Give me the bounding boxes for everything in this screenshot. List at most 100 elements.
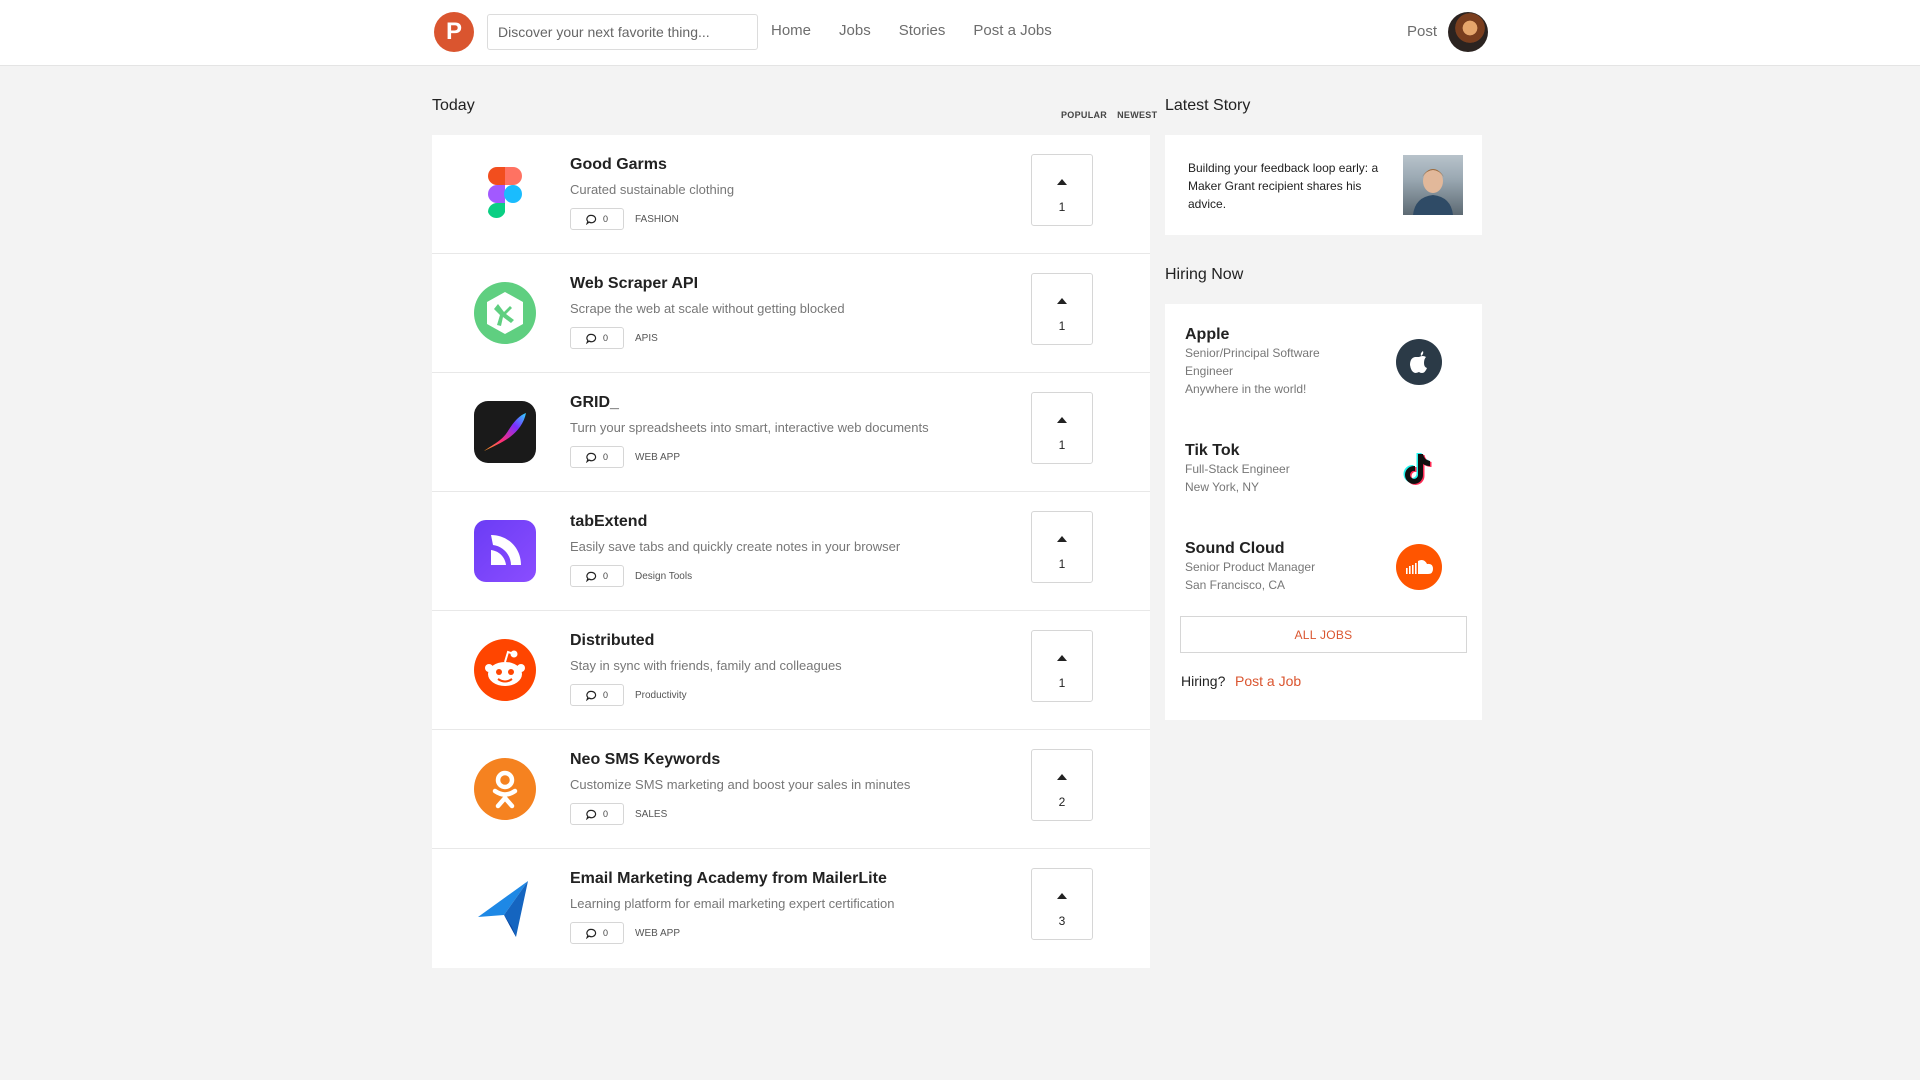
topic-tag[interactable]: Design Tools bbox=[635, 571, 692, 582]
main-nav: Home Jobs Stories Post a Jobs bbox=[771, 22, 1080, 39]
apple-icon bbox=[1396, 339, 1442, 385]
vote-count: 1 bbox=[1058, 676, 1066, 690]
nav-home[interactable]: Home bbox=[771, 22, 811, 39]
product-name[interactable]: Distributed bbox=[570, 632, 654, 650]
product-list: Good Garms Curated sustainable clothing … bbox=[432, 135, 1150, 968]
product-item[interactable]: Distributed Stay in sync with friends, f… bbox=[432, 611, 1150, 730]
story-text[interactable]: Building your feedback loop early: a Mak… bbox=[1188, 159, 1388, 213]
product-item[interactable]: Email Marketing Academy from MailerLite … bbox=[432, 849, 1150, 968]
upvote-button[interactable]: 1 bbox=[1031, 511, 1093, 583]
product-tagline: Customize SMS marketing and boost your s… bbox=[570, 777, 911, 792]
hiring-question: Hiring? bbox=[1181, 673, 1226, 689]
topic-tag[interactable]: Productivity bbox=[635, 690, 687, 701]
upvote-button[interactable]: 1 bbox=[1031, 630, 1093, 702]
latest-story-title: Latest Story bbox=[1165, 97, 1251, 114]
job-item[interactable]: Apple Senior/Principal Software Engineer… bbox=[1185, 326, 1345, 398]
comment-icon bbox=[586, 452, 597, 463]
upvote-button[interactable]: 1 bbox=[1031, 392, 1093, 464]
sort-newest[interactable]: NEWEST bbox=[1117, 110, 1157, 120]
topic-tag[interactable]: APIS bbox=[635, 333, 658, 344]
nav-stories[interactable]: Stories bbox=[899, 22, 946, 39]
vote-count: 3 bbox=[1058, 914, 1066, 928]
product-hunt-logo[interactable]: P bbox=[434, 12, 474, 52]
comment-icon bbox=[586, 690, 597, 701]
post-link[interactable]: Post bbox=[1407, 23, 1437, 40]
product-tagline: Scrape the web at scale without getting … bbox=[570, 301, 845, 316]
product-item[interactable]: Web Scraper API Scrape the web at scale … bbox=[432, 254, 1150, 373]
hiring-card: Apple Senior/Principal Software Engineer… bbox=[1165, 304, 1482, 720]
product-tagline: Turn your spreadsheets into smart, inter… bbox=[570, 420, 929, 435]
comment-count: 0 bbox=[602, 690, 608, 700]
topic-tag[interactable]: WEB APP bbox=[635, 452, 680, 463]
product-item[interactable]: Good Garms Curated sustainable clothing … bbox=[432, 135, 1150, 254]
sort-popular[interactable]: POPULAR bbox=[1061, 110, 1107, 120]
product-name[interactable]: Neo SMS Keywords bbox=[570, 751, 720, 769]
vote-count: 1 bbox=[1058, 319, 1066, 333]
product-tagline: Learning platform for email marketing ex… bbox=[570, 896, 895, 911]
product-item[interactable]: GRID_ Turn your spreadsheets into smart,… bbox=[432, 373, 1150, 492]
topic-tag[interactable]: SALES bbox=[635, 809, 667, 820]
section-title-today: Today bbox=[432, 97, 475, 114]
upvote-arrow-icon bbox=[1057, 417, 1067, 423]
product-name[interactable]: Email Marketing Academy from MailerLite bbox=[570, 870, 887, 888]
vote-count: 1 bbox=[1058, 557, 1066, 571]
sort-tabs: POPULAR NEWEST bbox=[1051, 110, 1157, 120]
treehouse-icon bbox=[474, 282, 536, 344]
post-a-job-link[interactable]: Post a Job bbox=[1235, 673, 1301, 689]
product-tagline: Stay in sync with friends, family and co… bbox=[570, 658, 842, 673]
upvote-button[interactable]: 3 bbox=[1031, 868, 1093, 940]
all-jobs-button[interactable]: ALL JOBS bbox=[1180, 616, 1467, 653]
product-name[interactable]: GRID_ bbox=[570, 394, 619, 412]
product-name[interactable]: Web Scraper API bbox=[570, 275, 698, 293]
topic-tag[interactable]: WEB APP bbox=[635, 928, 680, 939]
vote-count: 1 bbox=[1058, 200, 1066, 214]
topic-tag[interactable]: FASHION bbox=[635, 214, 679, 225]
job-role: Senior Product Manager bbox=[1185, 560, 1316, 574]
product-name[interactable]: Good Garms bbox=[570, 156, 667, 174]
job-item[interactable]: Tik Tok Full-Stack Engineer New York, NY bbox=[1185, 442, 1345, 496]
upvote-arrow-icon bbox=[1057, 774, 1067, 780]
product-item[interactable]: tabExtend Easily save tabs and quickly c… bbox=[432, 492, 1150, 611]
vote-count: 2 bbox=[1058, 795, 1066, 809]
product-name[interactable]: tabExtend bbox=[570, 513, 647, 531]
comments-button[interactable]: 0 bbox=[570, 684, 624, 706]
comments-button[interactable]: 0 bbox=[570, 803, 624, 825]
story-thumbnail bbox=[1403, 155, 1463, 215]
odnoklassniki-icon bbox=[474, 758, 536, 820]
comments-button[interactable]: 0 bbox=[570, 565, 624, 587]
comments-button[interactable]: 0 bbox=[570, 922, 624, 944]
comment-count: 0 bbox=[602, 809, 608, 819]
upvote-arrow-icon bbox=[1057, 536, 1067, 542]
nav-post-a-jobs[interactable]: Post a Jobs bbox=[973, 22, 1051, 39]
upvote-arrow-icon bbox=[1057, 893, 1067, 899]
job-role: Senior/Principal Software Engineer bbox=[1185, 346, 1320, 378]
comment-count: 0 bbox=[602, 214, 608, 224]
job-company[interactable]: Sound Cloud bbox=[1185, 540, 1345, 558]
comment-icon bbox=[586, 809, 597, 820]
product-item[interactable]: Neo SMS Keywords Customize SMS marketing… bbox=[432, 730, 1150, 849]
comments-button[interactable]: 0 bbox=[570, 208, 624, 230]
job-company[interactable]: Tik Tok bbox=[1185, 442, 1345, 460]
procreate-icon bbox=[474, 401, 536, 463]
comment-count: 0 bbox=[602, 333, 608, 343]
job-company[interactable]: Apple bbox=[1185, 326, 1345, 344]
comment-icon bbox=[586, 928, 597, 939]
reddit-icon bbox=[474, 639, 536, 701]
user-avatar[interactable] bbox=[1448, 12, 1488, 52]
comments-button[interactable]: 0 bbox=[570, 327, 624, 349]
comment-count: 0 bbox=[602, 571, 608, 581]
upvote-arrow-icon bbox=[1057, 179, 1067, 185]
search-input[interactable] bbox=[487, 14, 758, 50]
upvote-button[interactable]: 2 bbox=[1031, 749, 1093, 821]
hiring-now-title: Hiring Now bbox=[1165, 266, 1244, 283]
nav-jobs[interactable]: Jobs bbox=[839, 22, 871, 39]
story-card[interactable]: Building your feedback loop early: a Mak… bbox=[1165, 135, 1482, 235]
job-item[interactable]: Sound Cloud Senior Product Manager San F… bbox=[1185, 540, 1345, 594]
upvote-arrow-icon bbox=[1057, 655, 1067, 661]
comments-button[interactable]: 0 bbox=[570, 446, 624, 468]
product-tagline: Easily save tabs and quickly create note… bbox=[570, 539, 901, 554]
job-location: San Francisco, CA bbox=[1185, 578, 1286, 592]
upvote-button[interactable]: 1 bbox=[1031, 154, 1093, 226]
figma-icon bbox=[474, 163, 536, 225]
upvote-button[interactable]: 1 bbox=[1031, 273, 1093, 345]
